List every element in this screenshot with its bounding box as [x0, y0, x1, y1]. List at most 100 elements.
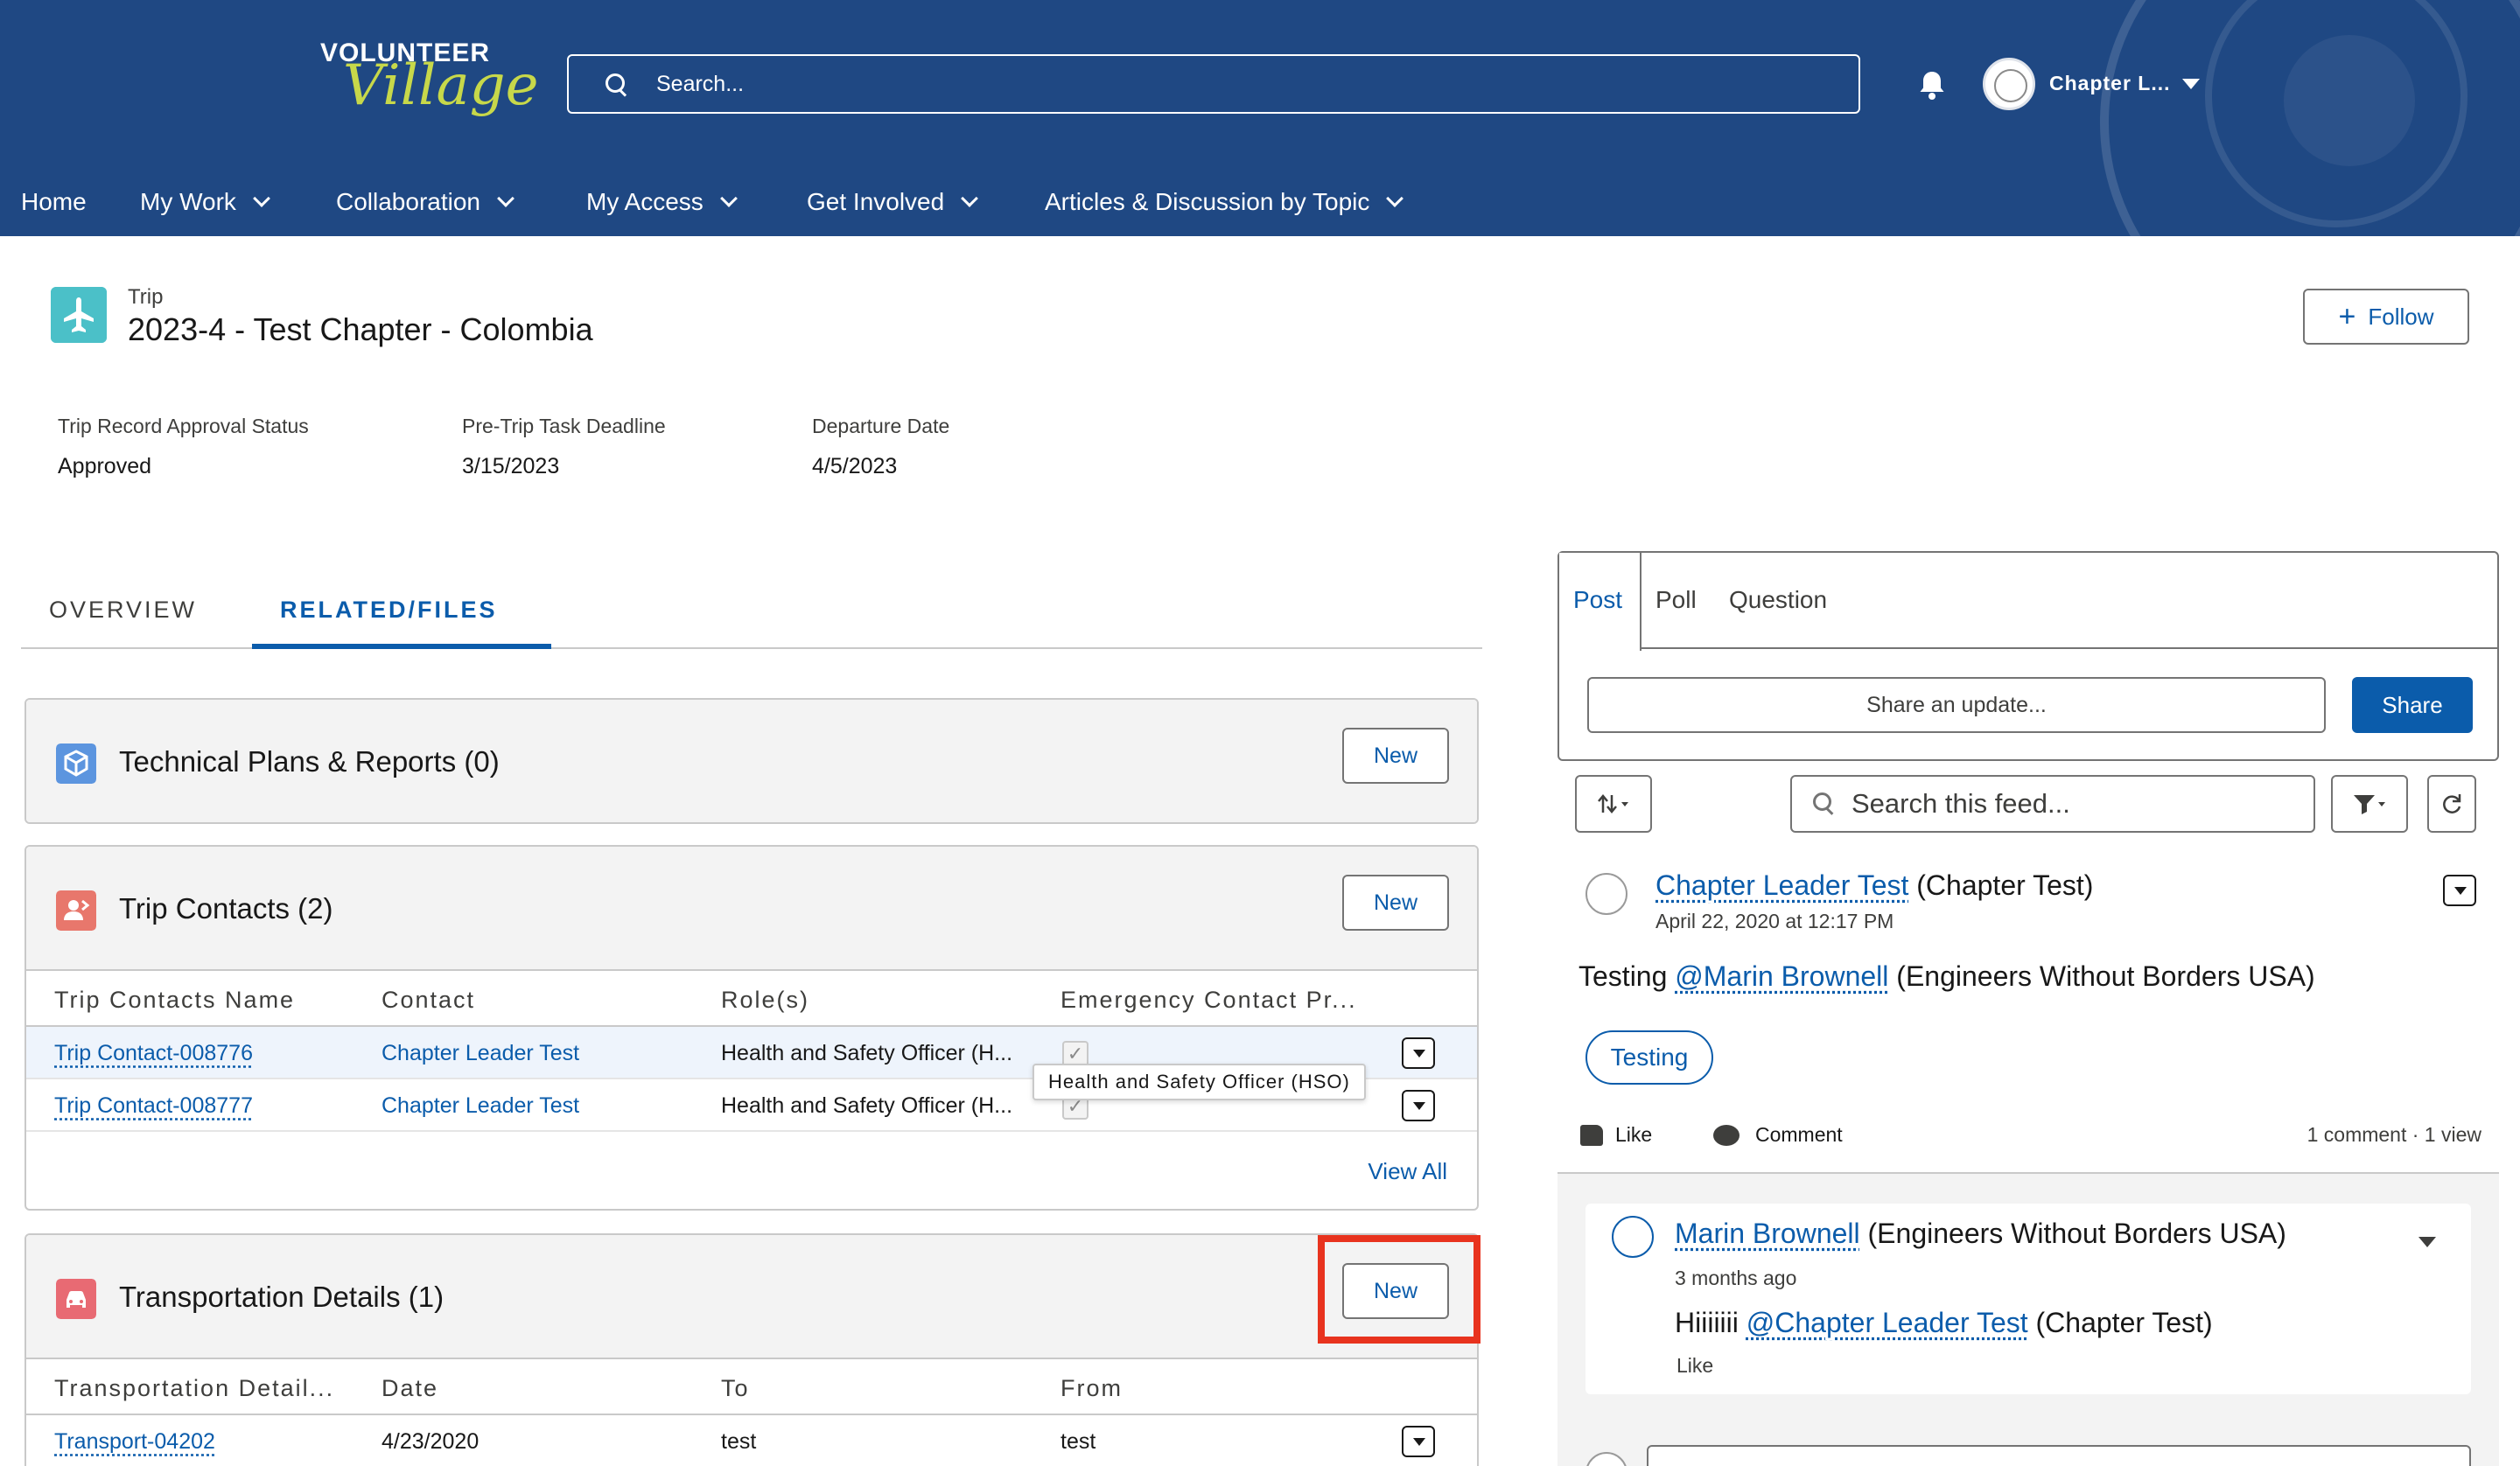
row-actions-menu[interactable] — [1402, 1090, 1435, 1121]
nav-item-articles-discussion[interactable]: Articles & Discussion by Topic — [1045, 180, 1404, 224]
nav-item-get-involved[interactable]: Get Involved — [807, 180, 979, 224]
logo-wordmark-script: Village — [343, 53, 539, 118]
table-header: Transportation Detail... Date To From — [26, 1358, 1477, 1415]
field-label: Pre-Trip Task Deadline — [462, 415, 666, 437]
tab-post[interactable]: Post — [1573, 586, 1622, 614]
post-body: Testing @Marin Brownell (Engineers Witho… — [1578, 960, 2315, 993]
search-placeholder: Search... — [656, 71, 745, 96]
from-cell: test — [1060, 1429, 1096, 1454]
feed-search-placeholder: Search this feed... — [1852, 788, 2070, 819]
post-text: Testing — [1578, 960, 1668, 992]
thumbs-up-icon — [1580, 1124, 1603, 1146]
new-trip-contact-button[interactable]: New — [1342, 875, 1449, 931]
active-tab-indicator — [252, 644, 551, 649]
search-icon — [1813, 792, 1836, 815]
column-header[interactable]: Transportation Detail... — [54, 1375, 334, 1402]
column-header[interactable]: Contact — [382, 987, 475, 1014]
post-timestamp[interactable]: April 22, 2020 at 12:17 PM — [1656, 910, 1894, 933]
contact-icon — [56, 890, 96, 931]
comment-button[interactable]: Comment — [1713, 1123, 1843, 1147]
role-tooltip: Health and Safety Officer (HSO) — [1032, 1064, 1366, 1100]
field-label: Departure Date — [812, 415, 950, 437]
nav-item-my-access[interactable]: My Access — [586, 180, 738, 224]
comment-body: Hiiiiiii @Chapter Leader Test (Chapter T… — [1675, 1307, 2213, 1339]
post-author: Chapter Leader Test (Chapter Test) — [1656, 869, 2093, 902]
chevron-down-icon — [497, 190, 514, 207]
nav-item-home[interactable]: Home — [21, 180, 87, 224]
trip-contact-link[interactable]: Trip Contact-008777 — [54, 1093, 253, 1119]
card-title[interactable]: Technical Plans & Reports (0) — [119, 745, 500, 778]
contact-link[interactable]: Chapter Leader Test — [382, 1093, 579, 1119]
notification-bell-icon[interactable] — [1914, 68, 1950, 103]
user-avatar[interactable] — [1983, 58, 2035, 110]
nav-item-my-work[interactable]: My Work — [140, 180, 270, 224]
table-header: Trip Contacts Name Contact Role(s) Emerg… — [26, 969, 1477, 1027]
transportation-details-card: Transportation Details (1) New Transport… — [24, 1233, 1479, 1466]
global-search-input[interactable]: Search... — [567, 54, 1860, 114]
to-cell: test — [721, 1429, 757, 1454]
topic-pill[interactable]: Testing — [1586, 1030, 1713, 1085]
search-icon — [604, 72, 628, 96]
post-author-link[interactable]: Chapter Leader Test — [1656, 869, 1908, 901]
trip-contact-link[interactable]: Trip Contact-008776 — [54, 1041, 253, 1066]
view-all-link[interactable]: View All — [1368, 1158, 1447, 1185]
share-button[interactable]: Share — [2352, 677, 2473, 733]
user-menu-label[interactable]: Chapter L... — [2049, 72, 2171, 95]
tab-question[interactable]: Question — [1729, 586, 1827, 614]
row-actions-menu[interactable] — [1402, 1037, 1435, 1069]
cube-icon — [56, 743, 96, 784]
chevron-down-icon — [719, 190, 738, 207]
column-header[interactable]: Emergency Contact Pr... — [1060, 987, 1357, 1014]
tab-overview[interactable]: OVERVIEW — [49, 597, 197, 624]
post-actions: Like Comment 1 comment · 1 view — [1580, 1123, 2482, 1153]
column-header[interactable]: Date — [382, 1375, 438, 1402]
plus-icon: + — [2338, 300, 2356, 333]
row-actions-menu[interactable] — [1402, 1426, 1435, 1457]
post-actions-menu[interactable] — [2443, 875, 2476, 906]
record-tabs: OVERVIEW RELATED/FILES — [21, 583, 1482, 649]
user-menu-caret-icon[interactable] — [2182, 79, 2200, 89]
chevron-down-icon — [253, 190, 270, 207]
tab-poll[interactable]: Poll — [1656, 586, 1697, 614]
mention-link[interactable]: @Chapter Leader Test — [1746, 1307, 2028, 1338]
feed-toolbar: Search this feed... — [1575, 775, 2499, 833]
like-button[interactable]: Like — [1580, 1123, 1652, 1147]
post-author-org: (Chapter Test) — [1916, 869, 2094, 901]
share-update-input[interactable]: Share an update... — [1587, 677, 2326, 733]
comment-timestamp: 3 months ago — [1675, 1267, 1797, 1289]
post-author-avatar[interactable] — [1586, 873, 1628, 915]
site-header: VOLUNTEER Village Search... Chapter L...… — [0, 0, 2520, 236]
refresh-button[interactable] — [2427, 775, 2476, 833]
column-header[interactable]: Trip Contacts Name — [54, 987, 295, 1014]
chatter-publisher: Post Poll Question Share an update... Sh… — [1558, 551, 2499, 761]
globe-decoration-core — [2284, 35, 2415, 166]
tab-related-files[interactable]: RELATED/FILES — [280, 597, 498, 624]
feed-search-input[interactable]: Search this feed... — [1790, 775, 2315, 833]
comment-author-link[interactable]: Marin Brownell — [1675, 1218, 1860, 1249]
field-pre-trip-deadline: Pre-Trip Task Deadline 3/15/2023 — [462, 415, 666, 479]
new-technical-plan-button[interactable]: New — [1342, 728, 1449, 784]
transport-link[interactable]: Transport-04202 — [54, 1429, 215, 1455]
card-title[interactable]: Trip Contacts (2) — [119, 892, 333, 925]
filter-button[interactable] — [2331, 775, 2408, 833]
technical-plans-card: Technical Plans & Reports (0) New — [24, 698, 1479, 824]
follow-button[interactable]: + Follow — [2303, 289, 2469, 345]
write-comment-input[interactable] — [1647, 1445, 2471, 1466]
contact-link[interactable]: Chapter Leader Test — [382, 1041, 579, 1066]
column-header[interactable]: To — [721, 1375, 750, 1402]
post-stats: 1 comment · 1 view — [2306, 1123, 2482, 1146]
field-value: Approved — [58, 454, 152, 478]
comment-icon — [1713, 1124, 1740, 1146]
comment-like-button[interactable]: Like — [1676, 1354, 1713, 1378]
mention-link[interactable]: @Marin Brownell — [1675, 960, 1888, 992]
site-logo[interactable]: VOLUNTEER Village — [320, 38, 539, 135]
column-header[interactable]: From — [1060, 1375, 1123, 1402]
comment-author-avatar[interactable] — [1612, 1216, 1654, 1258]
card-title[interactable]: Transportation Details (1) — [119, 1281, 444, 1314]
mention-org: (Chapter Test) — [2035, 1307, 2213, 1338]
sort-button[interactable] — [1575, 775, 1652, 833]
mention-org: (Engineers Without Borders USA) — [1896, 960, 2315, 992]
nav-item-collaboration[interactable]: Collaboration — [336, 180, 514, 224]
comment-menu-caret-icon[interactable] — [2418, 1237, 2436, 1247]
column-header[interactable]: Role(s) — [721, 987, 809, 1014]
